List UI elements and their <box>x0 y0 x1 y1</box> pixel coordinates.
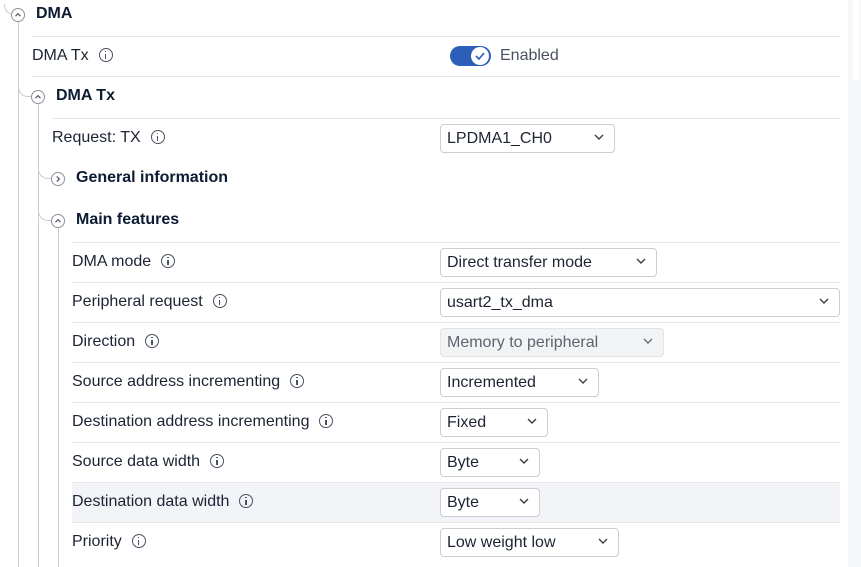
check-icon <box>475 52 485 60</box>
divider <box>72 282 840 283</box>
info-icon[interactable] <box>210 453 225 468</box>
tree-line-main <box>58 228 59 567</box>
dma-tx-toggle[interactable] <box>450 46 491 66</box>
priority-label: Priority <box>72 533 146 551</box>
divider <box>72 402 840 403</box>
collapse-main-features-button[interactable] <box>51 214 65 228</box>
scrollbar[interactable] <box>848 0 861 567</box>
toggle-knob <box>471 47 489 65</box>
chevron-down-icon <box>594 134 604 140</box>
peripheral-request-label: Peripheral request <box>72 293 227 311</box>
divider <box>72 242 840 243</box>
direction-select: Memory to peripheral <box>440 328 664 357</box>
info-icon[interactable] <box>145 333 160 348</box>
info-icon[interactable] <box>98 47 113 62</box>
dma-title: DMA <box>36 5 73 22</box>
destination-address-incrementing-select[interactable]: Fixed <box>440 408 548 437</box>
divider <box>52 118 840 119</box>
chevron-down-icon <box>519 458 529 464</box>
info-icon[interactable] <box>131 533 146 548</box>
source-data-width-select[interactable]: Byte <box>440 448 540 477</box>
destination-data-width-label: Destination data width <box>72 493 254 511</box>
request-select[interactable]: LPDMA1_CH0 <box>440 124 615 153</box>
divider <box>72 362 840 363</box>
peripheral-request-select[interactable]: usart2_tx_dma <box>440 288 840 317</box>
chevron-right-icon <box>56 176 61 182</box>
collapse-dma-button[interactable] <box>11 8 25 22</box>
divider <box>72 522 840 523</box>
chevron-down-icon <box>643 338 653 344</box>
priority-select[interactable]: Low weight low <box>440 528 619 557</box>
dma-tx-group-title: DMA Tx <box>56 87 115 104</box>
dma-mode-label: DMA mode <box>72 253 176 271</box>
request-label: Request: TX <box>52 129 165 147</box>
divider <box>72 482 840 483</box>
dma-tx-status: Enabled <box>500 47 559 64</box>
chevron-up-icon <box>55 218 61 223</box>
chevron-up-icon <box>35 94 41 99</box>
chevron-down-icon <box>636 258 646 264</box>
chevron-up-icon <box>15 12 21 17</box>
divider <box>72 322 840 323</box>
destination-address-incrementing-label: Destination address incrementing <box>72 413 334 431</box>
tree-line-root <box>18 22 19 567</box>
destination-data-width-select[interactable]: Byte <box>440 488 540 517</box>
source-data-width-label: Source data width <box>72 453 225 471</box>
chevron-down-icon <box>819 298 829 304</box>
scrollbar-thumb[interactable] <box>853 0 859 80</box>
info-icon[interactable] <box>161 253 176 268</box>
chevron-down-icon <box>578 378 588 384</box>
chevron-down-icon <box>527 418 537 424</box>
dma-mode-select[interactable]: Direct transfer mode <box>440 248 657 277</box>
collapse-dma-tx-button[interactable] <box>31 90 45 104</box>
info-icon[interactable] <box>150 129 165 144</box>
info-icon[interactable] <box>212 293 227 308</box>
info-icon[interactable] <box>239 493 254 508</box>
chevron-down-icon <box>519 498 529 504</box>
main-features-title: Main features <box>76 211 180 228</box>
divider <box>32 76 840 77</box>
chevron-down-icon <box>598 538 608 544</box>
expand-general-info-button[interactable] <box>51 172 65 186</box>
source-address-incrementing-select[interactable]: Incremented <box>440 368 599 397</box>
divider <box>72 442 840 443</box>
general-info-title[interactable]: General information <box>76 169 228 187</box>
divider <box>32 36 840 37</box>
info-icon[interactable] <box>290 373 305 388</box>
source-address-incrementing-label: Source address incrementing <box>72 373 305 391</box>
info-icon[interactable] <box>319 413 334 428</box>
direction-label: Direction <box>72 333 160 351</box>
dma-tx-switch-label: DMA Tx <box>32 47 113 65</box>
